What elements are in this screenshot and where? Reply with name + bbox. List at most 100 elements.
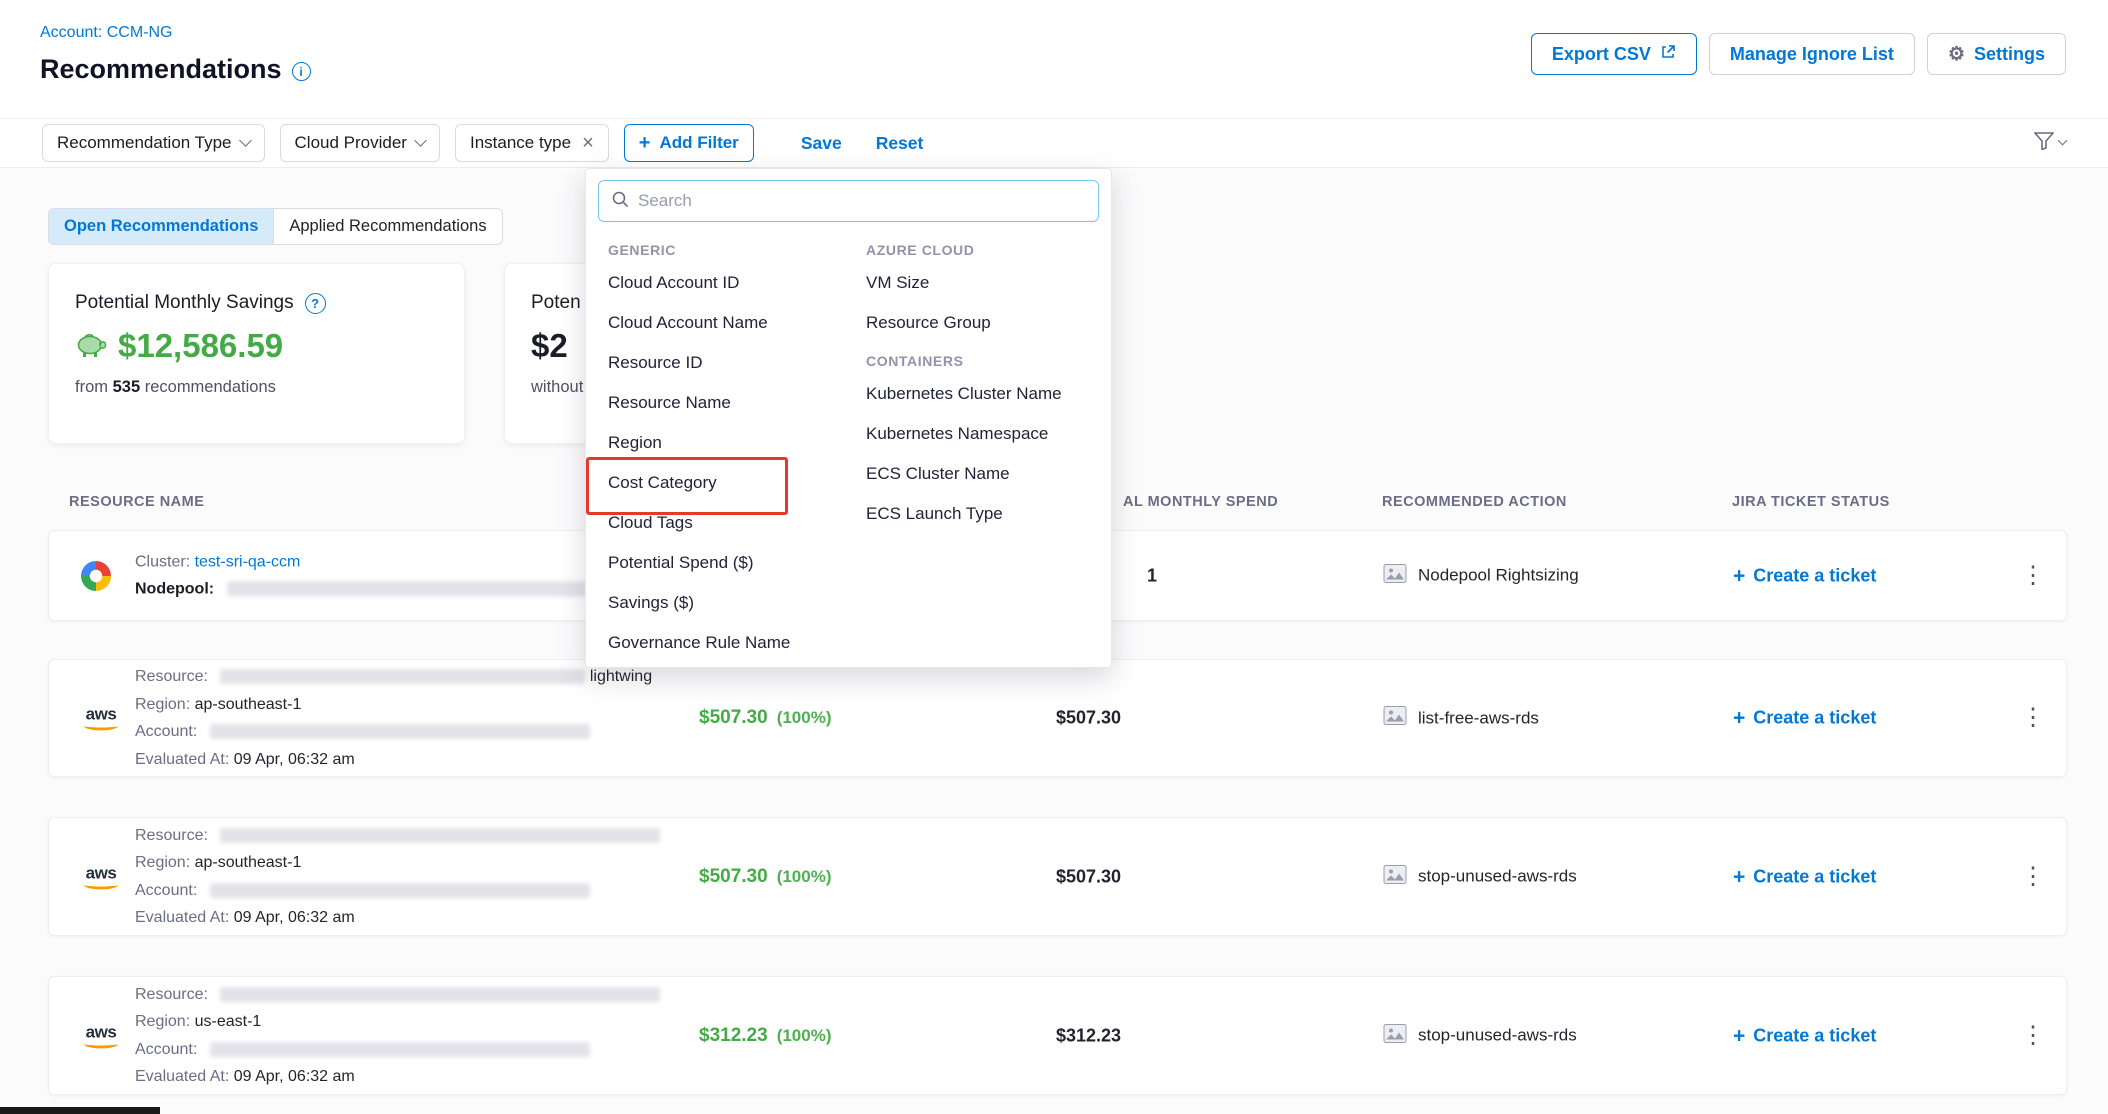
filter-panel-toggle[interactable] (2034, 132, 2066, 155)
search-input[interactable] (638, 191, 1086, 211)
manage-ignore-list-button[interactable]: Manage Ignore List (1709, 33, 1915, 75)
close-icon[interactable]: × (582, 133, 594, 153)
piggy-bank-icon (75, 330, 107, 363)
account-label: Account: (135, 1041, 197, 1058)
export-csv-button[interactable]: Export CSV (1531, 33, 1697, 75)
filter-option-resource-id[interactable]: Resource ID (608, 343, 866, 383)
action-thumbnail-icon (1383, 1023, 1407, 1048)
row-menu-kebab-icon[interactable]: ⋮ (2021, 1024, 2045, 1048)
redacted-value (210, 1042, 590, 1057)
column-header-recommended-action: RECOMMENDED ACTION (1382, 494, 1567, 510)
savings-amount: $12,586.59 (118, 327, 283, 365)
account-label: Account: (135, 882, 197, 899)
filter-option-potential-spend[interactable]: Potential Spend ($) (608, 543, 866, 583)
cluster-name-link[interactable]: test-sri-qa-ccm (195, 553, 301, 570)
filter-option-governance-rule-name[interactable]: Governance Rule Name (608, 623, 866, 663)
page-title: Recommendations (40, 54, 282, 85)
savings-card-title: Potential Monthly Savings (75, 292, 294, 314)
filter-option-resource-group[interactable]: Resource Group (866, 303, 1089, 343)
table-row[interactable]: aws Resource: Region: us-east-1 Account:… (48, 976, 2067, 1095)
resource-label: Resource: (135, 986, 208, 1003)
help-icon[interactable]: ? (305, 293, 326, 314)
info-icon[interactable]: i (292, 62, 311, 81)
column-header-jira-ticket-status: JIRA TICKET STATUS (1732, 494, 1890, 510)
potential-monthly-savings-card: Potential Monthly Savings ? $12,586.59 f… (48, 263, 465, 444)
save-filter-link[interactable]: Save (801, 133, 842, 154)
section-title-azure-cloud: AZURE CLOUD (866, 242, 1089, 258)
cluster-label: Cluster: (135, 553, 190, 570)
filter-bar: Recommendation Type Cloud Provider Insta… (0, 118, 2108, 168)
filter-option-cloud-tags[interactable]: Cloud Tags (608, 503, 866, 543)
tab-applied-recommendations[interactable]: Applied Recommendations (273, 209, 501, 244)
redacted-value (220, 669, 585, 684)
monthly-savings-value: $507.30 (699, 866, 768, 888)
table-row[interactable]: aws Resource: lightwing Region: ap-south… (48, 659, 2067, 777)
region-value: ap-southeast-1 (195, 854, 302, 871)
add-filter-button[interactable]: + Add Filter (624, 124, 754, 162)
redacted-value (210, 724, 590, 739)
row-menu-kebab-icon[interactable]: ⋮ (2021, 865, 2045, 889)
savings-percent: (100%) (777, 708, 832, 728)
export-csv-label: Export CSV (1552, 44, 1651, 65)
region-value: ap-southeast-1 (195, 696, 302, 713)
plus-icon: + (639, 133, 651, 153)
create-ticket-link[interactable]: + Create a ticket (1733, 708, 1876, 729)
section-title-generic: GENERIC (608, 242, 866, 258)
nodepool-label: Nodepool: (135, 581, 214, 598)
filter-option-region[interactable]: Region (608, 423, 866, 463)
plus-icon: + (1733, 866, 1745, 887)
filter-option-vm-size[interactable]: VM Size (866, 263, 1089, 303)
filter-option-kubernetes-namespace[interactable]: Kubernetes Namespace (866, 414, 1089, 454)
action-thumbnail-icon (1383, 563, 1407, 588)
filter-option-cloud-account-id[interactable]: Cloud Account ID (608, 263, 866, 303)
row-menu-kebab-icon[interactable]: ⋮ (2021, 706, 2045, 730)
monthly-savings-value: $507.30 (699, 707, 768, 729)
monthly-spend-value: $507.30 (1056, 866, 1121, 887)
recommendations-page: Account: CCM-NG Recommendations i Export… (0, 0, 2108, 1114)
filter-chip-cloud-provider[interactable]: Cloud Provider (280, 124, 440, 162)
create-ticket-link[interactable]: + Create a ticket (1733, 866, 1876, 887)
recommendation-count: 535 (113, 378, 141, 396)
gear-icon: ⚙ (1948, 45, 1965, 64)
filter-chip-instance-type[interactable]: Instance type × (455, 124, 609, 162)
recommendation-tabs: Open Recommendations Applied Recommendat… (48, 208, 503, 245)
external-link-icon (1660, 44, 1676, 65)
reset-filter-link[interactable]: Reset (876, 133, 924, 154)
breadcrumb[interactable]: Account: CCM-NG (40, 24, 172, 42)
column-header-resource-name: RESOURCE NAME (69, 494, 204, 510)
filter-option-resource-name[interactable]: Resource Name (608, 383, 866, 423)
recommended-action-label: Nodepool Rightsizing (1418, 566, 1579, 586)
redacted-value (220, 987, 660, 1002)
filter-option-savings[interactable]: Savings ($) (608, 583, 866, 623)
chip-label: Cloud Provider (295, 133, 407, 153)
filter-chip-recommendation-type[interactable]: Recommendation Type (42, 124, 265, 162)
tab-open-recommendations[interactable]: Open Recommendations (49, 209, 273, 244)
filter-option-cloud-account-name[interactable]: Cloud Account Name (608, 303, 866, 343)
filter-option-kubernetes-cluster-name[interactable]: Kubernetes Cluster Name (866, 374, 1089, 414)
aws-icon: aws (81, 864, 121, 889)
filter-option-ecs-launch-type[interactable]: ECS Launch Type (866, 494, 1089, 534)
search-icon (611, 190, 629, 213)
filter-option-ecs-cluster-name[interactable]: ECS Cluster Name (866, 454, 1089, 494)
spend-amount-partial: $2 (531, 327, 568, 365)
resource-name-tail: lightwing (590, 668, 652, 685)
create-ticket-link[interactable]: + Create a ticket (1733, 1025, 1876, 1046)
evaluated-at-label: Evaluated At: (135, 1068, 229, 1085)
funnel-icon (2034, 132, 2054, 155)
chip-label: Instance type (470, 133, 571, 153)
settings-button[interactable]: ⚙ Settings (1927, 33, 2066, 75)
monthly-savings-value: $312.23 (699, 1025, 768, 1047)
add-filter-dropdown: GENERIC Cloud Account ID Cloud Account N… (585, 168, 1112, 668)
account-label: Account: (135, 723, 197, 740)
filter-option-cost-category[interactable]: Cost Category (608, 463, 866, 503)
settings-label: Settings (1974, 44, 2045, 65)
evaluated-at-value: 09 Apr, 06:32 am (234, 751, 355, 768)
create-ticket-link[interactable]: + Create a ticket (1733, 565, 1876, 586)
column-header-monthly-spend: AL MONTHLY SPEND (1123, 494, 1278, 510)
monthly-spend-value-partial: 1 (1147, 565, 1157, 586)
bottom-edge-bar (0, 1107, 160, 1114)
region-label: Region: (135, 696, 190, 713)
row-menu-kebab-icon[interactable]: ⋮ (2021, 564, 2045, 588)
table-row[interactable]: aws Resource: Region: ap-southeast-1 Acc… (48, 817, 2067, 936)
redacted-value (210, 883, 590, 898)
